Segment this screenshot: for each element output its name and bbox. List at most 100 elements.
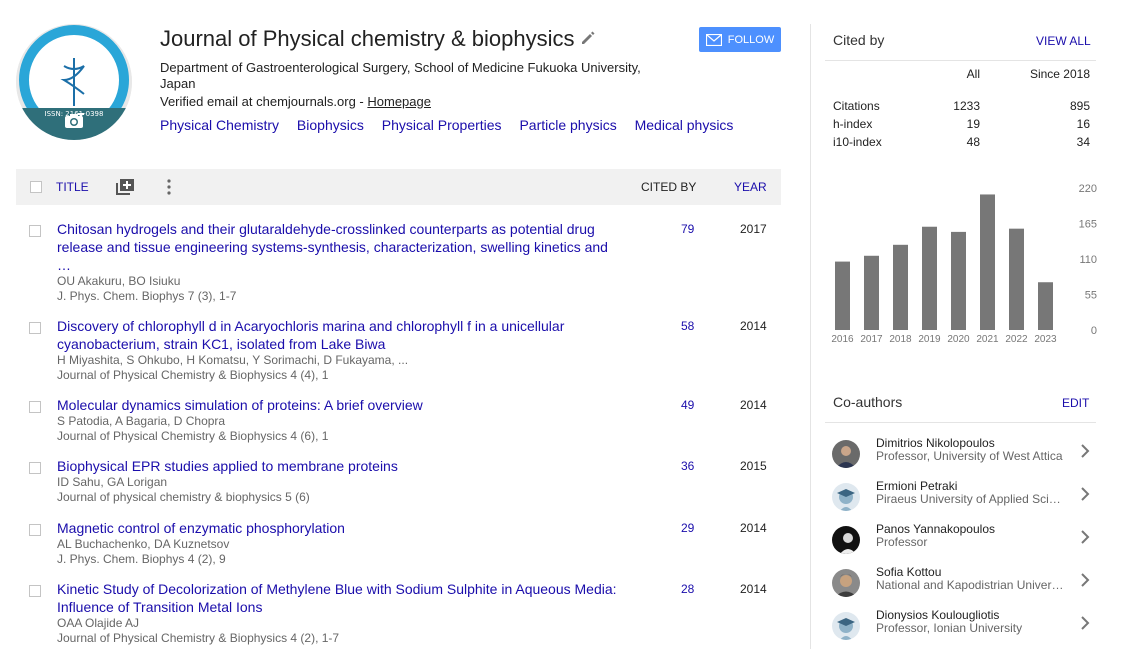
col-all-header: All [966,67,980,81]
sort-by-title[interactable]: TITLE [56,180,89,194]
article-checkbox[interactable] [29,401,41,413]
stat-label: h-index [833,117,873,131]
interest-link[interactable]: Particle physics [519,117,616,133]
article-venue: Journal of physical chemistry & biophysi… [57,490,310,504]
article-row: Kinetic Study of Decolorization of Methy… [16,580,781,646]
article-title[interactable]: Molecular dynamics simulation of protein… [57,396,622,414]
more-options-icon[interactable] [165,179,173,195]
citation-bar[interactable] [864,255,879,330]
x-tick-label: 2016 [831,334,854,345]
article-venue: Journal of Physical Chemistry & Biophysi… [57,429,329,443]
article-cited-count[interactable]: 79 [681,222,694,236]
article-title[interactable]: Discovery of chlorophyll d in Acaryochlo… [57,317,622,353]
article-cited-count[interactable]: 29 [681,521,694,535]
article-authors: OAA Olajide AJ [57,616,140,630]
y-tick-label: 110 [1079,254,1097,266]
coauthor-affiliation: Professor, University of West Attica [876,449,1063,463]
homepage-link[interactable]: Homepage [367,94,431,109]
article-checkbox[interactable] [29,322,41,334]
article-title[interactable]: Kinetic Study of Decolorization of Methy… [57,580,622,616]
x-tick-label: 2020 [947,334,970,345]
citation-bar[interactable] [893,244,908,330]
divider [825,422,1096,423]
article-cited-count[interactable]: 36 [681,459,694,473]
citation-bar[interactable] [1009,228,1024,330]
y-tick-label: 165 [1079,219,1097,231]
view-all-link[interactable]: VIEW ALL [1036,34,1091,48]
stat-since: 16 [1076,117,1090,131]
stat-since: 34 [1076,135,1090,149]
article-title[interactable]: Magnetic control of enzymatic phosphoryl… [57,519,622,537]
article-row: Biophysical EPR studies applied to membr… [16,457,781,505]
research-interests: Physical Chemistry Biophysics Physical P… [160,117,747,133]
coauthors-edit-link[interactable]: EDIT [1062,396,1089,410]
chevron-right-icon[interactable] [1080,444,1090,458]
article-venue: Journal of Physical Chemistry & Biophysi… [57,368,329,382]
citation-bar[interactable] [922,226,937,330]
article-venue: Journal of Physical Chemistry & Biophysi… [57,631,340,645]
coauthor-name[interactable]: Dimitrios Nikolopoulos [876,436,995,450]
article-authors: S Patodia, A Bagaria, D Chopra [57,414,226,428]
coauthor-item[interactable]: Dimitrios Nikolopoulos Professor, Univer… [826,436,1096,478]
coauthor-item[interactable]: Panos Yannakopoulos Professor [826,522,1096,564]
edit-pencil-icon[interactable] [580,30,596,46]
sort-by-year[interactable]: YEAR [734,180,767,194]
citation-bar[interactable] [951,231,966,330]
x-tick-label: 2022 [1005,334,1028,345]
stat-all: 48 [966,135,980,149]
citation-bar[interactable] [1038,282,1053,330]
articles-table-header: TITLE CITED BY YEAR [16,169,781,205]
article-cited-count[interactable]: 58 [681,319,694,333]
coauthor-name[interactable]: Panos Yannakopoulos [876,522,995,536]
chevron-right-icon[interactable] [1080,530,1090,544]
citation-bar[interactable] [980,194,995,330]
coauthor-name[interactable]: Sofia Kottou [876,565,941,579]
camera-icon[interactable] [64,113,84,129]
interest-link[interactable]: Physical Properties [382,117,502,133]
interest-link[interactable]: Medical physics [635,117,734,133]
chevron-right-icon[interactable] [1080,487,1090,501]
coauthor-item[interactable]: Sofia Kottou National and Kapodistrian U… [826,565,1096,607]
x-tick-label: 2023 [1034,334,1057,345]
follow-label: FOLLOW [727,33,775,46]
coauthor-affiliation: Professor, Ionian University [876,621,1023,635]
article-checkbox[interactable] [29,585,41,597]
article-checkbox[interactable] [29,524,41,536]
chevron-right-icon[interactable] [1080,616,1090,630]
x-tick-label: 2018 [889,334,912,345]
stat-all: 19 [966,117,980,131]
interest-link[interactable]: Biophysics [297,117,364,133]
coauthor-item[interactable]: Ermioni Petraki Piraeus University of Ap… [826,479,1096,521]
article-cited-count[interactable]: 28 [681,582,694,596]
y-tick-label: 0 [1091,325,1097,337]
article-row: Discovery of chlorophyll d in Acaryochlo… [16,317,781,383]
article-venue: J. Phys. Chem. Biophys 7 (3), 1-7 [57,289,237,303]
coauthor-name[interactable]: Ermioni Petraki [876,479,957,493]
follow-button[interactable]: FOLLOW [699,27,781,52]
coauthor-item[interactable]: Dionysios Koulougliotis Professor, Ionia… [826,608,1096,649]
column-divider [810,24,811,649]
article-checkbox[interactable] [29,225,41,237]
cited-by-title: Cited by [833,32,885,48]
article-cited-count[interactable]: 49 [681,398,694,412]
coauthor-name[interactable]: Dionysios Koulougliotis [876,608,999,622]
citation-bar[interactable] [835,261,850,330]
avatar [832,440,860,468]
article-title[interactable]: Biophysical EPR studies applied to membr… [57,457,622,475]
citations-bar-chart: 0 55 110 165 220 2016 2017 2018 2019 2020 2021 2022… [831,183,1097,345]
y-tick-label: 220 [1079,183,1097,195]
cited-by-header[interactable]: CITED BY [641,180,696,194]
coauthor-affiliation: National and Kapodistrian University of … [876,578,1064,592]
stat-label: i10-index [833,135,882,149]
mail-icon [705,33,722,46]
avatar [832,526,860,554]
article-title[interactable]: Chitosan hydrogels and their glutaraldeh… [57,220,622,274]
interest-link[interactable]: Physical Chemistry [160,117,279,133]
article-checkbox[interactable] [29,462,41,474]
chevron-right-icon[interactable] [1080,573,1090,587]
add-article-icon[interactable] [116,179,134,195]
article-venue: J. Phys. Chem. Biophys 4 (2), 9 [57,552,226,566]
select-all-checkbox[interactable] [30,181,42,193]
article-row: Molecular dynamics simulation of protein… [16,396,781,444]
article-row: Magnetic control of enzymatic phosphoryl… [16,519,781,567]
